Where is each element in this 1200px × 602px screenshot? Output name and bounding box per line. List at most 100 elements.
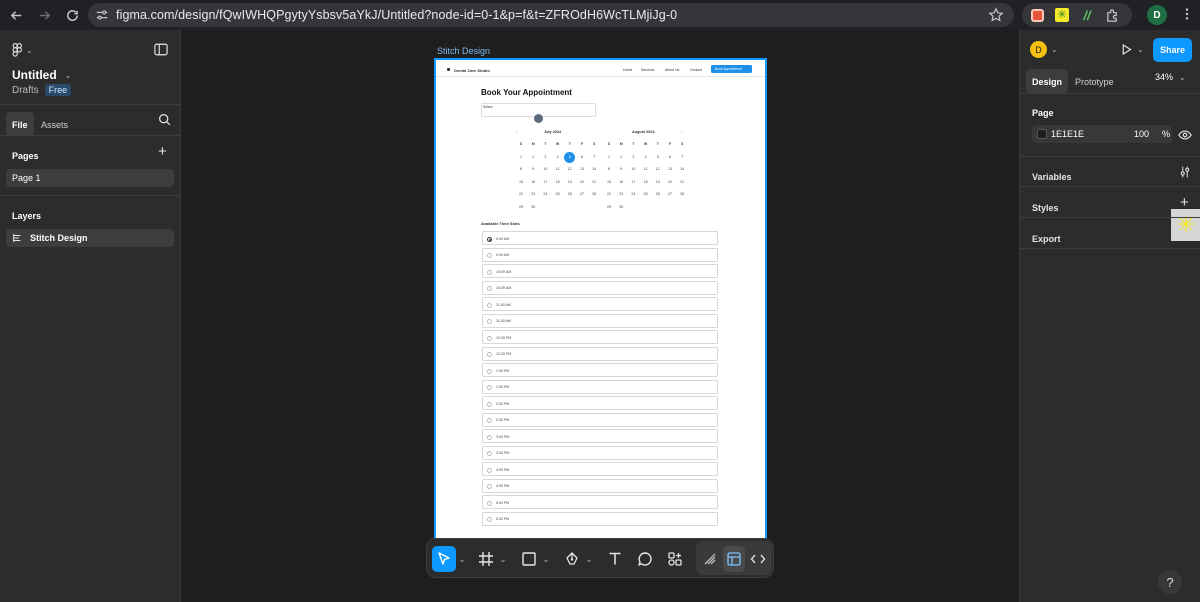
august-day[interactable]: 5 [653, 155, 663, 159]
toggle-visibility-button[interactable] [1178, 128, 1192, 146]
radio-icon[interactable] [487, 401, 492, 407]
july-day[interactable]: 3 [540, 155, 550, 159]
radio-icon[interactable] [487, 236, 492, 242]
address-bar[interactable]: figma.com/design/fQwIWHQPgytyYsbsv5aYkJ/… [88, 3, 1014, 27]
july-day[interactable]: 11 [553, 167, 563, 171]
july-day[interactable]: 29 [516, 205, 526, 209]
time-slot[interactable]: 9:00 AM [482, 231, 718, 245]
tab-assets[interactable]: Assets [41, 115, 68, 133]
august-day[interactable]: 25 [641, 192, 651, 196]
july-day[interactable]: 14 [589, 167, 599, 171]
radio-icon[interactable] [487, 418, 492, 423]
actions-tool[interactable] [663, 546, 687, 572]
august-day[interactable]: 30 [616, 205, 626, 209]
july-day[interactable]: 26 [565, 192, 575, 196]
back-button[interactable] [3, 2, 29, 28]
time-slot[interactable]: 9:30 AM [482, 247, 718, 262]
august-day[interactable]: 14 [677, 167, 687, 171]
bookmark-star-icon[interactable] [988, 7, 1004, 23]
august-day[interactable]: 12 [653, 167, 663, 171]
august-day[interactable]: 18 [641, 180, 651, 184]
time-slot[interactable]: 11:00 AM [482, 297, 718, 311]
time-slot[interactable]: 2:30 PM [482, 412, 718, 427]
file-name-button[interactable]: Untitled ⌄ [12, 68, 71, 82]
august-day[interactable]: 9 [616, 167, 626, 171]
next-month-icon[interactable]: › [681, 129, 683, 134]
frame-tool-menu[interactable]: ⌄ [498, 546, 508, 572]
august-day[interactable]: 6 [665, 155, 675, 159]
july-day[interactable]: 7 [589, 155, 599, 159]
export-label[interactable]: Export [1032, 234, 1061, 244]
tab-prototype[interactable]: Prototype [1075, 72, 1114, 90]
pen-tool-menu[interactable]: ⌄ [584, 546, 594, 572]
shape-tool-menu[interactable]: ⌄ [541, 546, 551, 572]
july-day[interactable]: 2 [528, 155, 538, 159]
floating-extension-widget[interactable]: ✳ [1171, 209, 1200, 241]
file-location[interactable]: Drafts [12, 85, 39, 96]
reload-button[interactable] [59, 2, 85, 28]
shape-tool[interactable] [518, 546, 540, 572]
help-button[interactable]: ? [1158, 570, 1182, 594]
frame-tool[interactable] [475, 546, 497, 572]
july-day[interactable]: 12 [565, 167, 575, 171]
color-swatch[interactable] [1037, 129, 1047, 139]
july-day[interactable]: 1 [516, 155, 526, 159]
site-settings-icon[interactable] [88, 8, 116, 22]
july-day[interactable]: 28 [589, 192, 599, 196]
nav-contact[interactable]: Contact [690, 68, 702, 72]
radio-icon[interactable] [487, 253, 492, 258]
august-day[interactable]: 10 [628, 167, 638, 171]
july-day[interactable]: 13 [577, 167, 587, 171]
nav-services[interactable]: Services [641, 68, 654, 72]
pen-tool[interactable] [561, 546, 583, 572]
add-page-button[interactable]: + [158, 143, 167, 160]
time-slot[interactable]: 5:30 PM [482, 511, 718, 526]
frame-label[interactable]: Stitch Design [437, 46, 490, 56]
july-day[interactable]: 9 [528, 167, 538, 171]
july-day[interactable]: 6 [577, 155, 587, 159]
dev-mode-button[interactable] [747, 546, 769, 572]
time-slot[interactable]: 3:00 PM [482, 429, 718, 443]
july-day[interactable]: 16 [528, 180, 538, 184]
august-day[interactable]: 2 [616, 155, 626, 159]
radio-icon[interactable] [487, 319, 492, 324]
radio-icon[interactable] [487, 269, 492, 275]
radio-icon[interactable] [487, 368, 492, 374]
july-day[interactable]: 27 [577, 192, 587, 196]
july-day[interactable]: 10 [540, 167, 550, 171]
radio-icon[interactable] [487, 286, 492, 291]
present-button[interactable]: ⌄ [1120, 43, 1144, 56]
radio-icon[interactable] [487, 517, 492, 522]
time-slot[interactable]: 11:30 AM [482, 313, 718, 328]
july-day[interactable]: 22 [516, 192, 526, 196]
time-slot[interactable]: 1:30 PM [482, 379, 718, 394]
layer-item[interactable]: Stitch Design [6, 229, 174, 247]
radio-icon[interactable] [487, 335, 492, 341]
page-item[interactable]: Page 1 [6, 169, 174, 187]
variables-settings-button[interactable] [1179, 165, 1191, 183]
puzzle-icon[interactable] [1101, 4, 1123, 26]
browser-menu-icon[interactable] [1180, 7, 1194, 26]
time-slot[interactable]: 10:30 AM [482, 280, 718, 295]
august-day[interactable]: 15 [604, 180, 614, 184]
august-day[interactable]: 24 [628, 192, 638, 196]
time-slot[interactable]: 4:00 PM [482, 462, 718, 476]
july-day[interactable]: 17 [540, 180, 550, 184]
draw-mode-button[interactable] [699, 546, 721, 572]
browser-profile-avatar[interactable]: D [1147, 5, 1167, 25]
book-appointment-button[interactable]: Book Appointment [711, 65, 752, 73]
time-slot[interactable]: 5:00 PM [482, 495, 718, 509]
design-canvas[interactable]: Stitch Design Dental Care Studio Home Se… [181, 30, 1019, 602]
page-color-hex[interactable]: 1E1E1E [1051, 129, 1084, 139]
radio-icon[interactable] [487, 385, 492, 390]
time-slot[interactable]: 10:00 AM [482, 264, 718, 278]
radio-icon[interactable] [487, 500, 492, 506]
time-slot[interactable]: 12:30 PM [482, 346, 718, 361]
comment-tool[interactable] [633, 546, 657, 572]
july-day[interactable]: 24 [540, 192, 550, 196]
design-mode-button[interactable] [723, 546, 745, 572]
august-day[interactable]: 13 [665, 167, 675, 171]
extension-yellow-icon[interactable]: ✳ [1051, 4, 1073, 26]
august-day[interactable]: 8 [604, 167, 614, 171]
july-day[interactable]: 19 [565, 180, 575, 184]
